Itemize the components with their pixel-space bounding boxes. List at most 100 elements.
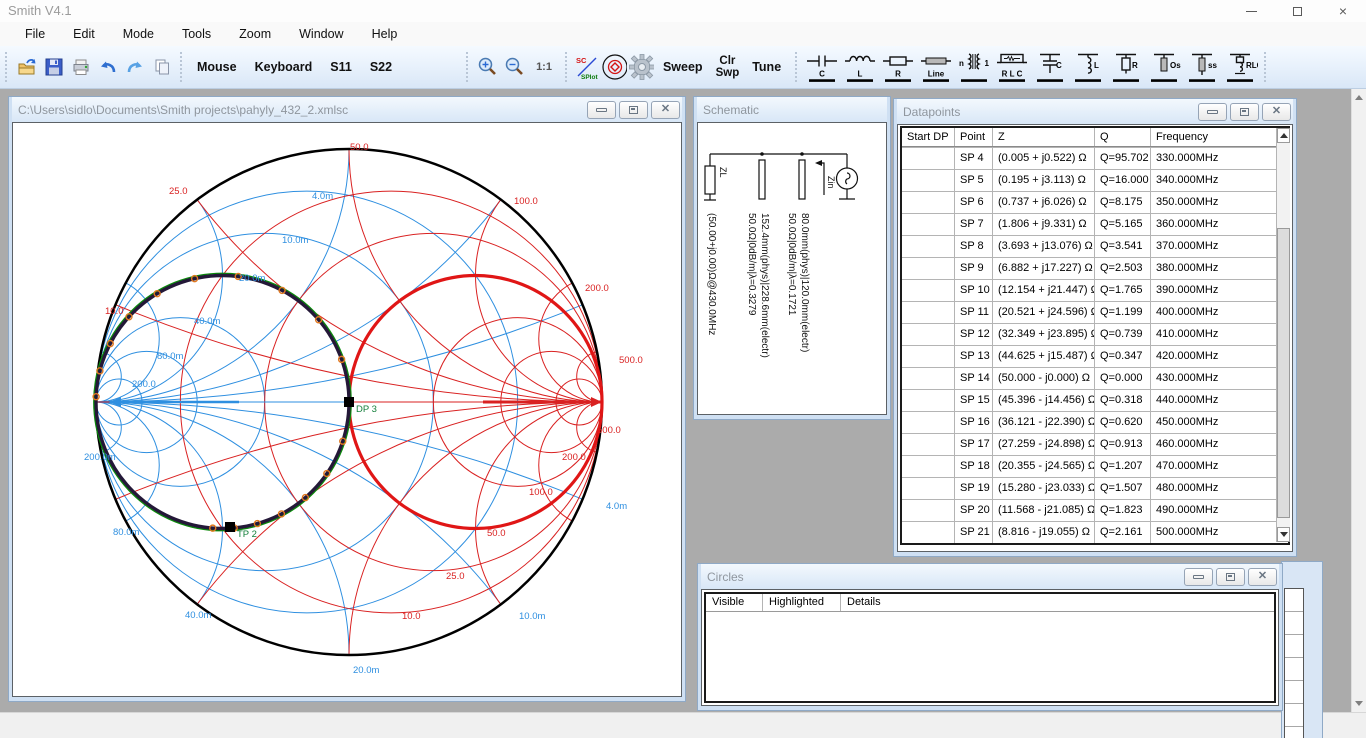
window-minimize-button[interactable] bbox=[1198, 103, 1227, 121]
scroll-down-button[interactable] bbox=[1277, 527, 1290, 542]
datapoint-row[interactable]: SP 18 (20.355 - j24.565) Ω Q=1.207 470.0… bbox=[902, 455, 1288, 477]
undo-icon[interactable] bbox=[94, 53, 121, 81]
action-button-clr-swp[interactable]: Clr Swp bbox=[712, 55, 744, 79]
mode-button-s11[interactable]: S11 bbox=[321, 60, 361, 74]
scroll-up-icon[interactable] bbox=[1355, 95, 1363, 100]
app-close-button[interactable]: × bbox=[1320, 0, 1366, 22]
datapoint-row[interactable]: SP 4 (0.005 + j0.522) Ω Q=95.702 330.000… bbox=[902, 147, 1288, 169]
impedance-grid-label: 200.0 bbox=[562, 452, 586, 463]
window-maximize-button[interactable] bbox=[1230, 103, 1259, 121]
impedance-grid-label: 10.0 bbox=[105, 306, 124, 317]
menu-edit[interactable]: Edit bbox=[59, 22, 109, 46]
menu-mode[interactable]: Mode bbox=[109, 22, 168, 46]
workspace-vertical-scrollbar[interactable] bbox=[1351, 89, 1366, 712]
impedance-grid-label: 100.0 bbox=[529, 487, 553, 498]
datapoint-row[interactable]: SP 20 (11.568 - j21.085) Ω Q=1.823 490.0… bbox=[902, 499, 1288, 521]
shunt-rlc-button[interactable]: RLC bbox=[1221, 50, 1259, 84]
svg-text:n: n bbox=[959, 59, 964, 68]
point-square[interactable] bbox=[344, 397, 354, 407]
series-capacitor-button[interactable]: C bbox=[803, 50, 841, 84]
open-project-icon[interactable] bbox=[13, 53, 40, 81]
smith-chart-canvas[interactable]: DP 3TP 210.025.050.0100.0200.0500.0500.0… bbox=[13, 123, 681, 696]
action-button-sweep[interactable]: Sweep bbox=[654, 60, 712, 74]
schematic-window-title: Schematic bbox=[703, 103, 887, 117]
datapoint-row[interactable]: SP 21 (8.816 - j19.055) Ω Q=2.161 500.00… bbox=[902, 521, 1288, 543]
redo-icon[interactable] bbox=[121, 53, 148, 81]
datapoint-row[interactable]: SP 19 (15.280 - j23.033) Ω Q=1.507 480.0… bbox=[902, 477, 1288, 499]
zoom-ratio-label[interactable]: 1:1 bbox=[528, 61, 560, 73]
series-resistor-button[interactable]: R bbox=[879, 50, 917, 84]
window-minimize-button[interactable] bbox=[1184, 568, 1213, 586]
shunt-resistor-button[interactable]: R bbox=[1107, 50, 1145, 84]
admittance-grid-label: 4.0m bbox=[312, 191, 333, 202]
menu-tools[interactable]: Tools bbox=[168, 22, 225, 46]
datapoint-row[interactable]: SP 6 (0.737 + j6.026) Ω Q=8.175 350.000M… bbox=[902, 191, 1288, 213]
admittance-grid-label: 10.0m bbox=[282, 235, 308, 246]
svg-text:L: L bbox=[1094, 61, 1099, 70]
shorted-stub-button[interactable]: ss bbox=[1183, 50, 1221, 84]
zoom-out-icon[interactable] bbox=[501, 53, 528, 81]
scrollbar-thumb[interactable] bbox=[1277, 228, 1290, 518]
app-titlebar: Smith V4.1 × bbox=[0, 0, 1366, 22]
mode-button-keyboard[interactable]: Keyboard bbox=[246, 60, 322, 74]
scroll-up-button[interactable] bbox=[1277, 128, 1290, 143]
datapoint-row[interactable]: SP 12 (32.349 + j23.895) Ω Q=0.739 410.0… bbox=[902, 323, 1288, 345]
svg-text:C: C bbox=[819, 69, 825, 78]
save-icon[interactable] bbox=[40, 53, 67, 81]
open-stub-button[interactable]: Os bbox=[1145, 50, 1183, 84]
menu-window[interactable]: Window bbox=[285, 22, 357, 46]
datapoint-row[interactable]: SP 17 (27.259 - j24.898) Ω Q=0.913 460.0… bbox=[902, 433, 1288, 455]
mode-button-s22[interactable]: S22 bbox=[361, 60, 401, 74]
settings-gear-icon[interactable] bbox=[627, 53, 654, 81]
datapoint-row[interactable]: SP 7 (1.806 + j9.331) Ω Q=5.165 360.000M… bbox=[902, 213, 1288, 235]
datapoint-row[interactable]: SP 9 (6.882 + j17.227) Ω Q=2.503 380.000… bbox=[902, 257, 1288, 279]
schematic-window[interactable]: Schematic (50.00+j0.00)Ω@430.0MHz 50.0Ω|… bbox=[693, 96, 891, 420]
datapoint-row[interactable]: SP 8 (3.693 + j13.076) Ω Q=3.541 370.000… bbox=[902, 235, 1288, 257]
circles-window[interactable]: Circles ✕ VisibleHighlightedDetails bbox=[697, 563, 1283, 711]
hidden-window-edge[interactable] bbox=[1281, 561, 1323, 738]
datapoints-window[interactable]: Datapoints ✕ Start DPPointZQFrequency SP… bbox=[893, 98, 1297, 557]
menu-help[interactable]: Help bbox=[358, 22, 412, 46]
smith-chart-window[interactable]: C:\Users\sidlo\Documents\Smith projects\… bbox=[8, 96, 686, 702]
mode-button-mouse[interactable]: Mouse bbox=[188, 60, 246, 74]
column-header: Highlighted bbox=[762, 594, 840, 611]
shunt-capacitor-button[interactable]: C bbox=[1031, 50, 1069, 84]
window-close-button[interactable]: ✕ bbox=[1262, 103, 1291, 121]
datapoint-row[interactable]: SP 11 (20.521 + j24.596) Ω Q=1.199 400.0… bbox=[902, 301, 1288, 323]
window-maximize-button[interactable] bbox=[1216, 568, 1245, 586]
column-header: Details bbox=[840, 594, 1274, 611]
window-maximize-button[interactable] bbox=[619, 101, 648, 119]
datapoint-row[interactable]: SP 16 (36.121 - j22.390) Ω Q=0.620 450.0… bbox=[902, 411, 1288, 433]
menu-zoom[interactable]: Zoom bbox=[225, 22, 285, 46]
shunt-inductor-button[interactable]: L bbox=[1069, 50, 1107, 84]
window-close-button[interactable]: ✕ bbox=[651, 101, 680, 119]
datapoint-row[interactable]: SP 10 (12.154 + j21.447) Ω Q=1.765 390.0… bbox=[902, 279, 1288, 301]
datapoints-scrollbar[interactable] bbox=[1276, 128, 1290, 542]
datapoint-row[interactable]: SP 5 (0.195 + j3.113) Ω Q=16.000 340.000… bbox=[902, 169, 1288, 191]
statusbar bbox=[0, 712, 1366, 738]
series-rlc-button[interactable]: R L C bbox=[993, 50, 1031, 84]
zin-label: Zin bbox=[826, 176, 836, 189]
sc-splot-icon[interactable]: SCSPlot bbox=[573, 53, 600, 81]
app-maximize-button[interactable] bbox=[1274, 0, 1320, 22]
action-button-tune[interactable]: Tune bbox=[743, 60, 790, 74]
toolbar-grip bbox=[466, 52, 469, 82]
series-inductor-button[interactable]: L bbox=[841, 50, 879, 84]
series-line-button[interactable]: Line bbox=[917, 50, 955, 84]
transformer-button[interactable]: n1 bbox=[955, 50, 993, 84]
zoom-in-icon[interactable] bbox=[474, 53, 501, 81]
print-icon[interactable] bbox=[67, 53, 94, 81]
toolbar-grip bbox=[5, 52, 8, 82]
window-minimize-button[interactable] bbox=[587, 101, 616, 119]
copy-icon[interactable] bbox=[148, 53, 175, 81]
admittance-grid-label: 40.0m bbox=[185, 610, 211, 621]
datapoint-row[interactable]: SP 15 (45.396 - j14.456) Ω Q=0.318 440.0… bbox=[902, 389, 1288, 411]
point-square[interactable] bbox=[225, 522, 235, 532]
circles-tool-icon[interactable] bbox=[600, 53, 627, 81]
app-minimize-button[interactable] bbox=[1228, 0, 1274, 22]
datapoint-row[interactable]: SP 14 (50.000 - j0.000) Ω Q=0.000 430.00… bbox=[902, 367, 1288, 389]
scroll-down-icon[interactable] bbox=[1355, 701, 1363, 706]
datapoint-row[interactable]: SP 13 (44.625 + j15.487) Ω Q=0.347 420.0… bbox=[902, 345, 1288, 367]
menu-file[interactable]: File bbox=[11, 22, 59, 46]
window-close-button[interactable]: ✕ bbox=[1248, 568, 1277, 586]
